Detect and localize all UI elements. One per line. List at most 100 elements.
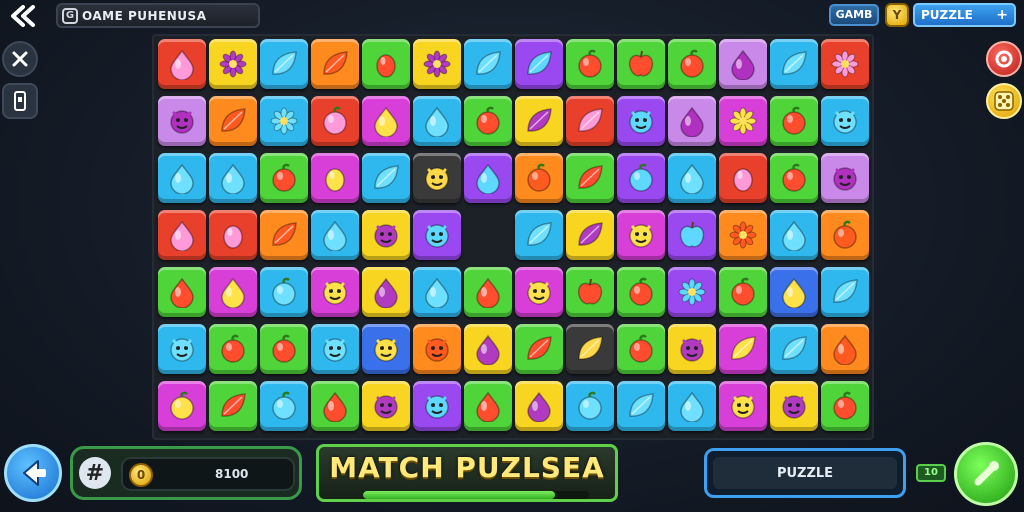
board-tile-leaf[interactable]	[719, 324, 767, 374]
board-tile-leaf[interactable]	[515, 210, 563, 260]
board-tile-drop[interactable]	[311, 381, 359, 431]
board-tile-leaf[interactable]	[209, 96, 257, 146]
board-tile-face[interactable]	[413, 210, 461, 260]
board-tile-leaf[interactable]	[362, 153, 410, 203]
board-tile-leaf[interactable]	[464, 39, 512, 89]
board-tile-drop[interactable]	[821, 324, 869, 374]
board-tile-drop[interactable]	[158, 210, 206, 260]
board-tile-fruit[interactable]	[260, 324, 308, 374]
board-tile-flower[interactable]	[719, 210, 767, 260]
board-tile-flower[interactable]	[668, 267, 716, 317]
board-tile-face[interactable]	[668, 324, 716, 374]
board-tile-drop[interactable]	[158, 39, 206, 89]
close-button[interactable]	[2, 41, 38, 77]
board-tile-face[interactable]	[311, 324, 359, 374]
board-tile-drop[interactable]	[668, 381, 716, 431]
go-button[interactable]	[954, 442, 1018, 506]
board-tile-fruit[interactable]	[821, 210, 869, 260]
device-button[interactable]	[2, 83, 38, 119]
board-tile-apple[interactable]	[617, 39, 665, 89]
board-tile-face[interactable]	[770, 381, 818, 431]
board-tile-fruit[interactable]	[464, 96, 512, 146]
board-tile-drop[interactable]	[158, 153, 206, 203]
board-tile-drop[interactable]	[464, 267, 512, 317]
board-tile-drop[interactable]	[668, 96, 716, 146]
board-tile-fruit[interactable]	[617, 267, 665, 317]
board-tile-leaf[interactable]	[770, 324, 818, 374]
board-tile-leaf[interactable]	[566, 153, 614, 203]
board-tile-face[interactable]	[362, 210, 410, 260]
board-tile-leaf[interactable]	[770, 39, 818, 89]
board-tile-berry[interactable]	[209, 210, 257, 260]
board-tile-flower[interactable]	[260, 96, 308, 146]
board-tile-drop[interactable]	[770, 210, 818, 260]
board-tile-leaf[interactable]	[821, 267, 869, 317]
board-tile-face[interactable]	[362, 324, 410, 374]
board-tile-face[interactable]	[821, 153, 869, 203]
board-tile-drop[interactable]	[158, 267, 206, 317]
back-round-button[interactable]	[4, 444, 62, 502]
board-tile-leaf[interactable]	[311, 39, 359, 89]
board-tile-flower[interactable]	[719, 96, 767, 146]
board-tile-fruit[interactable]	[260, 267, 308, 317]
board-tile-fruit[interactable]	[260, 381, 308, 431]
board-tile-fruit[interactable]	[617, 153, 665, 203]
settings-button[interactable]	[986, 41, 1022, 77]
dice-button[interactable]	[986, 83, 1022, 119]
board-tile-berry[interactable]	[719, 153, 767, 203]
board-tile-drop[interactable]	[464, 381, 512, 431]
board-tile-flower[interactable]	[821, 39, 869, 89]
board-tile-leaf[interactable]	[566, 96, 614, 146]
board-tile-leaf[interactable]	[515, 39, 563, 89]
board-tile-drop[interactable]	[362, 96, 410, 146]
board-tile-fruit[interactable]	[617, 324, 665, 374]
board-tile-leaf[interactable]	[617, 381, 665, 431]
board-tile-face[interactable]	[158, 324, 206, 374]
board-tile-fruit[interactable]	[260, 153, 308, 203]
board-tile-face[interactable]	[821, 96, 869, 146]
board-tile-leaf[interactable]	[566, 324, 614, 374]
board-tile-leaf[interactable]	[209, 381, 257, 431]
board-tile-fruit[interactable]	[209, 324, 257, 374]
board-tile-leaf[interactable]	[515, 324, 563, 374]
back-button[interactable]	[6, 2, 40, 30]
game-mode-button[interactable]: GAMB	[829, 4, 879, 26]
puzzle-top-button[interactable]: PUZZLE +	[913, 3, 1016, 27]
board-tile-fruit[interactable]	[668, 39, 716, 89]
board-tile-drop[interactable]	[515, 381, 563, 431]
board-tile-flower[interactable]	[413, 39, 461, 89]
board-tile-leaf[interactable]	[260, 39, 308, 89]
board-tile-fruit[interactable]	[311, 96, 359, 146]
board-tile-drop[interactable]	[413, 267, 461, 317]
board-tile-apple[interactable]	[668, 210, 716, 260]
board-tile-fruit[interactable]	[566, 381, 614, 431]
coin-icon[interactable]: Y	[885, 3, 909, 27]
board-tile-drop[interactable]	[770, 267, 818, 317]
board-tile-drop[interactable]	[311, 210, 359, 260]
board-tile-flower[interactable]	[209, 39, 257, 89]
board-tile-leaf[interactable]	[566, 210, 614, 260]
board-tile-face[interactable]	[617, 210, 665, 260]
board-tile-drop[interactable]	[209, 267, 257, 317]
board-tile-drop[interactable]	[362, 267, 410, 317]
board-tile-face[interactable]	[515, 267, 563, 317]
board-tile-drop[interactable]	[464, 153, 512, 203]
board-tile-face[interactable]	[413, 324, 461, 374]
board-tile-fruit[interactable]	[566, 39, 614, 89]
board-tile-fruit[interactable]	[821, 381, 869, 431]
board-tile-fruit[interactable]	[719, 267, 767, 317]
board-tile-berry[interactable]	[362, 39, 410, 89]
board-tile-face[interactable]	[617, 96, 665, 146]
board-tile-apple[interactable]	[566, 267, 614, 317]
board-tile-fruit[interactable]	[158, 381, 206, 431]
board-tile-face[interactable]	[158, 96, 206, 146]
board-tile-drop[interactable]	[719, 39, 767, 89]
board-tile-drop[interactable]	[209, 153, 257, 203]
puzzle-button[interactable]: PUZZLE	[704, 448, 906, 498]
board-tile-face[interactable]	[311, 267, 359, 317]
board-tile-berry[interactable]	[311, 153, 359, 203]
board-tile-fruit[interactable]	[770, 96, 818, 146]
board-tile-face[interactable]	[413, 381, 461, 431]
board-tile-leaf[interactable]	[515, 96, 563, 146]
board-tile-drop[interactable]	[413, 96, 461, 146]
